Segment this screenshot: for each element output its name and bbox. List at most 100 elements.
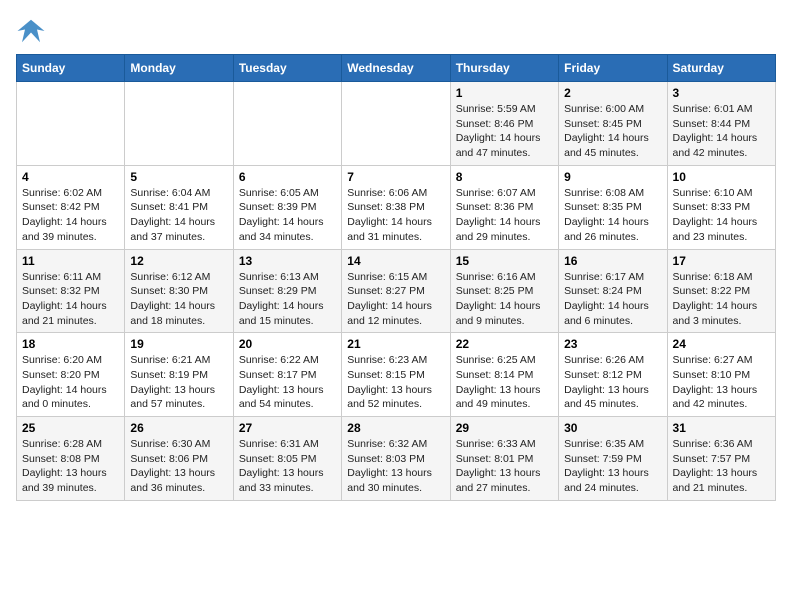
day-number: 13 xyxy=(239,254,336,268)
day-cell: 21 Sunrise: 6:23 AMSunset: 8:15 PMDayligh… xyxy=(342,333,450,417)
day-number: 4 xyxy=(22,170,119,184)
week-row-3: 11 Sunrise: 6:11 AMSunset: 8:32 PMDayligh… xyxy=(17,249,776,333)
day-cell: 22 Sunrise: 6:25 AMSunset: 8:14 PMDayligh… xyxy=(450,333,558,417)
day-number: 9 xyxy=(564,170,661,184)
day-info: Sunrise: 6:11 AMSunset: 8:32 PMDaylight:… xyxy=(22,270,119,329)
day-cell xyxy=(17,82,125,166)
day-number: 16 xyxy=(564,254,661,268)
day-info: Sunrise: 6:04 AMSunset: 8:41 PMDaylight:… xyxy=(130,186,227,245)
day-cell: 14 Sunrise: 6:15 AMSunset: 8:27 PMDayligh… xyxy=(342,249,450,333)
day-cell: 31 Sunrise: 6:36 AMSunset: 7:57 PMDayligh… xyxy=(667,417,775,501)
header-row: SundayMondayTuesdayWednesdayThursdayFrid… xyxy=(17,55,776,82)
day-cell: 9 Sunrise: 6:08 AMSunset: 8:35 PMDaylight… xyxy=(559,165,667,249)
day-cell: 17Sunrise: 6:18 AMSunset: 8:22 PMDayligh… xyxy=(667,249,775,333)
day-cell: 30 Sunrise: 6:35 AMSunset: 7:59 PMDayligh… xyxy=(559,417,667,501)
day-number: 1 xyxy=(456,86,553,100)
day-number: 11 xyxy=(22,254,119,268)
col-header-friday: Friday xyxy=(559,55,667,82)
day-info: Sunrise: 6:10 AMSunset: 8:33 PMDaylight:… xyxy=(673,186,770,245)
day-cell: 26 Sunrise: 6:30 AMSunset: 8:06 PMDayligh… xyxy=(125,417,233,501)
day-number: 22 xyxy=(456,337,553,351)
day-info: Sunrise: 6:12 AMSunset: 8:30 PMDaylight:… xyxy=(130,270,227,329)
day-cell: 3 Sunrise: 6:01 AMSunset: 8:44 PMDaylight… xyxy=(667,82,775,166)
day-number: 3 xyxy=(673,86,770,100)
day-info: Sunrise: 6:23 AMSunset: 8:15 PMDaylight:… xyxy=(347,353,444,412)
day-number: 29 xyxy=(456,421,553,435)
day-cell: 29 Sunrise: 6:33 AMSunset: 8:01 PMDayligh… xyxy=(450,417,558,501)
day-info: Sunrise: 6:00 AMSunset: 8:45 PMDaylight:… xyxy=(564,102,661,161)
day-info: Sunrise: 6:15 AMSunset: 8:27 PMDaylight:… xyxy=(347,270,444,329)
day-cell: 20Sunrise: 6:22 AMSunset: 8:17 PMDayligh… xyxy=(233,333,341,417)
week-row-2: 4 Sunrise: 6:02 AMSunset: 8:42 PMDaylight… xyxy=(17,165,776,249)
day-number: 5 xyxy=(130,170,227,184)
day-cell: 23 Sunrise: 6:26 AMSunset: 8:12 PMDayligh… xyxy=(559,333,667,417)
day-number: 31 xyxy=(673,421,770,435)
day-info: Sunrise: 6:16 AMSunset: 8:25 PMDaylight:… xyxy=(456,270,553,329)
day-cell xyxy=(125,82,233,166)
day-info: Sunrise: 6:20 AMSunset: 8:20 PMDaylight:… xyxy=(22,353,119,412)
day-number: 30 xyxy=(564,421,661,435)
day-cell xyxy=(342,82,450,166)
day-number: 26 xyxy=(130,421,227,435)
day-info: Sunrise: 6:05 AMSunset: 8:39 PMDaylight:… xyxy=(239,186,336,245)
day-cell: 12Sunrise: 6:12 AMSunset: 8:30 PMDayligh… xyxy=(125,249,233,333)
day-number: 23 xyxy=(564,337,661,351)
logo xyxy=(16,16,50,46)
day-number: 15 xyxy=(456,254,553,268)
day-number: 21 xyxy=(347,337,444,351)
day-number: 27 xyxy=(239,421,336,435)
week-row-4: 18 Sunrise: 6:20 AMSunset: 8:20 PMDayligh… xyxy=(17,333,776,417)
day-info: Sunrise: 6:28 AMSunset: 8:08 PMDaylight:… xyxy=(22,437,119,496)
day-number: 10 xyxy=(673,170,770,184)
day-info: Sunrise: 6:35 AMSunset: 7:59 PMDaylight:… xyxy=(564,437,661,496)
day-info: Sunrise: 6:02 AMSunset: 8:42 PMDaylight:… xyxy=(22,186,119,245)
day-info: Sunrise: 6:01 AMSunset: 8:44 PMDaylight:… xyxy=(673,102,770,161)
day-info: Sunrise: 6:32 AMSunset: 8:03 PMDaylight:… xyxy=(347,437,444,496)
day-info: Sunrise: 6:30 AMSunset: 8:06 PMDaylight:… xyxy=(130,437,227,496)
day-cell: 16Sunrise: 6:17 AMSunset: 8:24 PMDayligh… xyxy=(559,249,667,333)
day-info: Sunrise: 6:21 AMSunset: 8:19 PMDaylight:… xyxy=(130,353,227,412)
day-cell: 27 Sunrise: 6:31 AMSunset: 8:05 PMDayligh… xyxy=(233,417,341,501)
col-header-sunday: Sunday xyxy=(17,55,125,82)
day-info: Sunrise: 6:36 AMSunset: 7:57 PMDaylight:… xyxy=(673,437,770,496)
day-cell: 25 Sunrise: 6:28 AMSunset: 8:08 PMDayligh… xyxy=(17,417,125,501)
day-info: Sunrise: 6:22 AMSunset: 8:17 PMDaylight:… xyxy=(239,353,336,412)
day-info: Sunrise: 6:08 AMSunset: 8:35 PMDaylight:… xyxy=(564,186,661,245)
day-number: 14 xyxy=(347,254,444,268)
day-info: Sunrise: 6:26 AMSunset: 8:12 PMDaylight:… xyxy=(564,353,661,412)
day-info: Sunrise: 6:18 AMSunset: 8:22 PMDaylight:… xyxy=(673,270,770,329)
day-cell: 7Sunrise: 6:06 AMSunset: 8:38 PMDaylight… xyxy=(342,165,450,249)
day-cell: 15 Sunrise: 6:16 AMSunset: 8:25 PMDayligh… xyxy=(450,249,558,333)
day-cell: 28Sunrise: 6:32 AMSunset: 8:03 PMDayligh… xyxy=(342,417,450,501)
day-cell: 11 Sunrise: 6:11 AMSunset: 8:32 PMDayligh… xyxy=(17,249,125,333)
day-cell: 19 Sunrise: 6:21 AMSunset: 8:19 PMDayligh… xyxy=(125,333,233,417)
day-info: Sunrise: 6:31 AMSunset: 8:05 PMDaylight:… xyxy=(239,437,336,496)
logo-icon xyxy=(16,16,46,46)
col-header-wednesday: Wednesday xyxy=(342,55,450,82)
day-info: Sunrise: 6:07 AMSunset: 8:36 PMDaylight:… xyxy=(456,186,553,245)
day-number: 19 xyxy=(130,337,227,351)
day-cell: 18 Sunrise: 6:20 AMSunset: 8:20 PMDayligh… xyxy=(17,333,125,417)
day-cell: 10 Sunrise: 6:10 AMSunset: 8:33 PMDayligh… xyxy=(667,165,775,249)
day-info: Sunrise: 6:33 AMSunset: 8:01 PMDaylight:… xyxy=(456,437,553,496)
col-header-monday: Monday xyxy=(125,55,233,82)
day-number: 2 xyxy=(564,86,661,100)
day-number: 25 xyxy=(22,421,119,435)
week-row-5: 25 Sunrise: 6:28 AMSunset: 8:08 PMDayligh… xyxy=(17,417,776,501)
day-info: Sunrise: 6:25 AMSunset: 8:14 PMDaylight:… xyxy=(456,353,553,412)
day-cell: 24Sunrise: 6:27 AMSunset: 8:10 PMDayligh… xyxy=(667,333,775,417)
day-number: 18 xyxy=(22,337,119,351)
day-cell: 6Sunrise: 6:05 AMSunset: 8:39 PMDaylight… xyxy=(233,165,341,249)
day-cell: 1 Sunrise: 5:59 AMSunset: 8:46 PMDaylight… xyxy=(450,82,558,166)
calendar-table: SundayMondayTuesdayWednesdayThursdayFrid… xyxy=(16,54,776,501)
day-info: Sunrise: 5:59 AMSunset: 8:46 PMDaylight:… xyxy=(456,102,553,161)
week-row-1: 1 Sunrise: 5:59 AMSunset: 8:46 PMDaylight… xyxy=(17,82,776,166)
col-header-saturday: Saturday xyxy=(667,55,775,82)
day-number: 24 xyxy=(673,337,770,351)
day-cell: 8 Sunrise: 6:07 AMSunset: 8:36 PMDaylight… xyxy=(450,165,558,249)
day-number: 8 xyxy=(456,170,553,184)
day-info: Sunrise: 6:13 AMSunset: 8:29 PMDaylight:… xyxy=(239,270,336,329)
day-number: 7 xyxy=(347,170,444,184)
col-header-thursday: Thursday xyxy=(450,55,558,82)
day-cell: 2 Sunrise: 6:00 AMSunset: 8:45 PMDaylight… xyxy=(559,82,667,166)
